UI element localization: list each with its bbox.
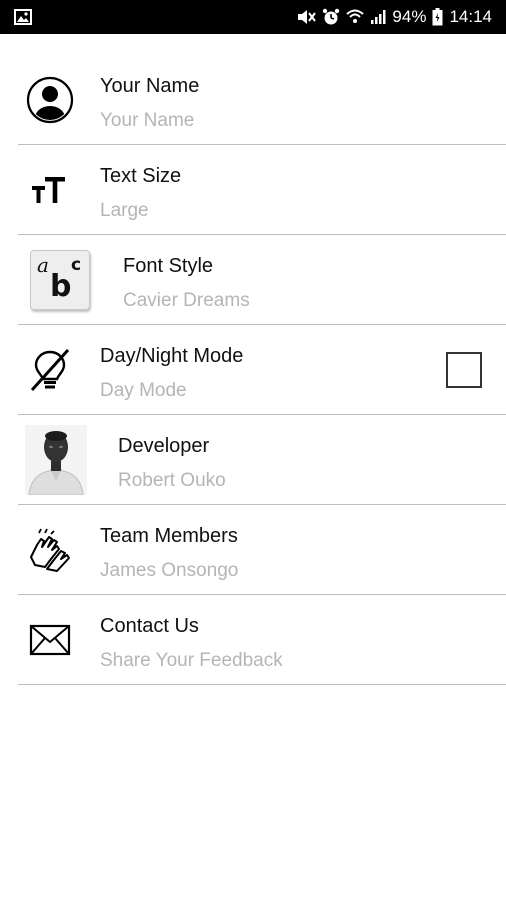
setting-title: Text Size [100,165,182,187]
setting-value: Large [100,200,149,221]
setting-text-size[interactable]: Text Size Large [18,145,506,235]
setting-title: Font Style [123,255,214,277]
setting-title: Day/Night Mode [100,345,244,367]
setting-value: Share Your Feedback [100,650,283,671]
clock-time: 14:14 [449,7,492,26]
alarm-icon [322,8,340,26]
setting-contact-us[interactable]: Contact Us Share Your Feedback [18,595,506,685]
setting-font-style[interactable]: a b c Font Style Cavier Dreams [18,235,506,325]
user-icon [26,76,74,124]
clapping-hands-icon [26,526,74,574]
setting-day-night-mode[interactable]: Day/Night Mode Day Mode [18,325,506,415]
setting-title: Team Members [100,525,238,547]
envelope-icon [26,616,74,664]
bulb-off-icon [26,346,74,394]
setting-title: Contact Us [100,615,199,637]
text-size-icon [26,166,74,214]
wifi-icon [346,9,365,25]
developer-photo [24,424,88,496]
signal-icon [370,9,386,25]
font-style-icon: a b c [30,249,90,310]
day-night-checkbox[interactable] [446,351,482,388]
battery-percent: 94% [392,7,427,26]
setting-your-name[interactable]: Your Name Your Name [18,55,506,145]
status-bar: 94% 14:14 [0,0,506,34]
setting-value: James Onsongo [100,560,239,581]
battery-icon [432,8,443,26]
setting-title: Your Name [100,75,200,97]
gallery-icon [14,9,32,25]
setting-value: Cavier Dreams [123,290,250,311]
setting-value: Day Mode [100,380,187,401]
setting-title: Developer [118,435,210,457]
setting-team-members[interactable]: Team Members James Onsongo [18,505,506,595]
setting-value: Your Name [100,110,195,131]
settings-list: Your Name Your Name Text Size Large a b … [0,55,506,685]
mute-icon [296,9,317,25]
setting-value: Robert Ouko [118,470,226,491]
setting-developer[interactable]: Developer Robert Ouko [18,415,506,505]
